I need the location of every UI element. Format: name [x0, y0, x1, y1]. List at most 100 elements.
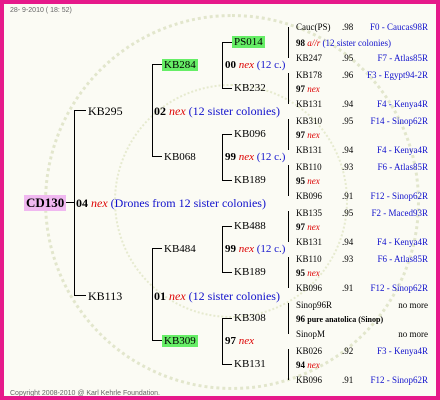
gen4-name[interactable]: KB110 [296, 162, 322, 172]
gen2-node[interactable]: KB484 [164, 243, 196, 255]
gen4-pct: .92 [342, 346, 354, 356]
connector [74, 110, 86, 111]
gen4-name[interactable]: Sinop96R [296, 300, 332, 310]
connector [222, 88, 232, 89]
root-queen[interactable]: CD130 [24, 195, 67, 211]
gen2-info: 99 nex (12 c.) [225, 243, 286, 255]
gen4-pct: .94 [342, 99, 354, 109]
gen4-pct: .91 [342, 375, 354, 385]
connector [288, 165, 289, 196]
connector [152, 156, 162, 157]
connector [288, 257, 289, 288]
gen4-origin: F4 - Kenya4R [377, 145, 428, 155]
gen3-node[interactable]: KB488 [234, 220, 266, 232]
connector [152, 248, 153, 341]
gen4-name[interactable]: KB178 [296, 70, 322, 80]
gen4-name[interactable]: KB110 [296, 254, 322, 264]
gen1-info: 01 nex (12 sister colonies) [154, 289, 280, 303]
connector [222, 318, 223, 364]
gen4-origin: F12 - Sinop62R [370, 191, 428, 201]
gen4-pct: .91 [342, 191, 354, 201]
connector [222, 42, 232, 43]
timestamp: 28- 9-2010 ( 18: 52) [10, 7, 72, 14]
gen2-node[interactable]: KB068 [164, 151, 196, 163]
gen4-origin: F14 - Sinop62R [370, 116, 428, 126]
gen4-origin: no more [398, 300, 428, 310]
gen3-node[interactable]: KB189 [234, 266, 266, 278]
gen4-origin: F4 - Kenya4R [377, 237, 428, 247]
gen4-name[interactable]: KB131 [296, 145, 322, 155]
gen4-name[interactable]: KB247 [296, 53, 322, 63]
gen4-name[interactable]: Cauc(PS) [296, 22, 331, 32]
gen4-pct: .94 [342, 237, 354, 247]
gen4-origin: F6 - Atlas85R [377, 254, 428, 264]
gen4-name[interactable]: KB131 [296, 99, 322, 109]
connector [288, 303, 289, 334]
gen1-node[interactable]: KB113 [88, 289, 122, 303]
connector [152, 340, 162, 341]
gen4-name[interactable]: KB131 [296, 237, 322, 247]
gen4-origin: F0 - Caucas98R [370, 22, 428, 32]
connector [222, 226, 232, 227]
connector [66, 202, 74, 203]
gen2-node[interactable]: KB284 [162, 59, 198, 71]
gen4-name[interactable]: KB096 [296, 375, 322, 385]
gen4-origin: no more [398, 329, 428, 339]
connector [288, 73, 289, 104]
gen4-origin: F2 - Maced93R [371, 208, 429, 218]
gen4-name[interactable]: SinopM [296, 329, 325, 339]
gen3-node[interactable]: PS014 [232, 36, 265, 48]
gen4-year: 96 pure anatolica (Sinop) [296, 314, 384, 324]
gen3-node[interactable]: KB308 [234, 312, 266, 324]
gen2-node[interactable]: KB309 [162, 335, 198, 347]
gen3-node[interactable]: KB131 [234, 358, 266, 370]
gen4-origin: F12 - Sinop62R [370, 375, 428, 385]
gen4-pct: .95 [342, 116, 354, 126]
connector [222, 134, 223, 180]
root-gen: 04 nex (Drones from 12 sister colonies) [76, 196, 266, 210]
gen4-year: 95 nex [296, 176, 320, 186]
connector [222, 318, 232, 319]
gen1-info: 02 nex (12 sister colonies) [154, 104, 280, 118]
gen4-year: 94 nex [296, 360, 320, 370]
gen4-pct: .94 [342, 145, 354, 155]
gen4-pct: .96 [342, 70, 354, 80]
connector [152, 248, 162, 249]
gen4-year: 98 a//r (12 sister colonies) [296, 38, 391, 48]
gen4-name[interactable]: KB310 [296, 116, 322, 126]
gen4-pct: .95 [342, 208, 354, 218]
gen3-node[interactable]: KB232 [234, 82, 266, 94]
gen3-node[interactable]: KB096 [234, 128, 266, 140]
gen4-name[interactable]: KB026 [296, 346, 322, 356]
connector [288, 27, 289, 58]
gen4-origin: F4 - Kenya4R [377, 99, 428, 109]
gen4-origin: F7 - Atlas85R [377, 53, 428, 63]
connector [222, 180, 232, 181]
gen4-origin: F3 - Egypt94-2R [366, 70, 428, 80]
gen1-node[interactable]: KB295 [88, 104, 123, 118]
connector [74, 110, 75, 296]
connector [222, 42, 223, 88]
copyright: Copyright 2008-2010 @ Karl Kehrle Founda… [10, 390, 160, 397]
gen4-name[interactable]: KB096 [296, 191, 322, 201]
connector [222, 134, 232, 135]
gen4-name[interactable]: KB096 [296, 283, 322, 293]
connector [222, 272, 232, 273]
gen2-info: 97 nex [225, 335, 255, 347]
gen4-origin: F12 - Sinop62R [370, 283, 428, 293]
gen3-node[interactable]: KB189 [234, 174, 266, 186]
connector [288, 119, 289, 150]
pedigree-frame: 28- 9-2010 ( 18: 52) CD130 04 nex (Drone… [0, 0, 440, 400]
gen4-year: 97 nex [296, 130, 320, 140]
gen4-year: 95 nex [296, 268, 320, 278]
gen4-pct: .93 [342, 254, 354, 264]
gen4-pct: .91 [342, 283, 354, 293]
gen4-name[interactable]: KB135 [296, 208, 322, 218]
gen2-info: 99 nex (12 c.) [225, 151, 286, 163]
gen4-pct: .95 [342, 53, 354, 63]
connector [288, 349, 289, 380]
gen4-origin: F3 - Kenya4R [377, 346, 428, 356]
gen4-year: 97 nex [296, 222, 320, 232]
connector [152, 64, 162, 65]
gen4-year: 97 nex [296, 84, 320, 94]
